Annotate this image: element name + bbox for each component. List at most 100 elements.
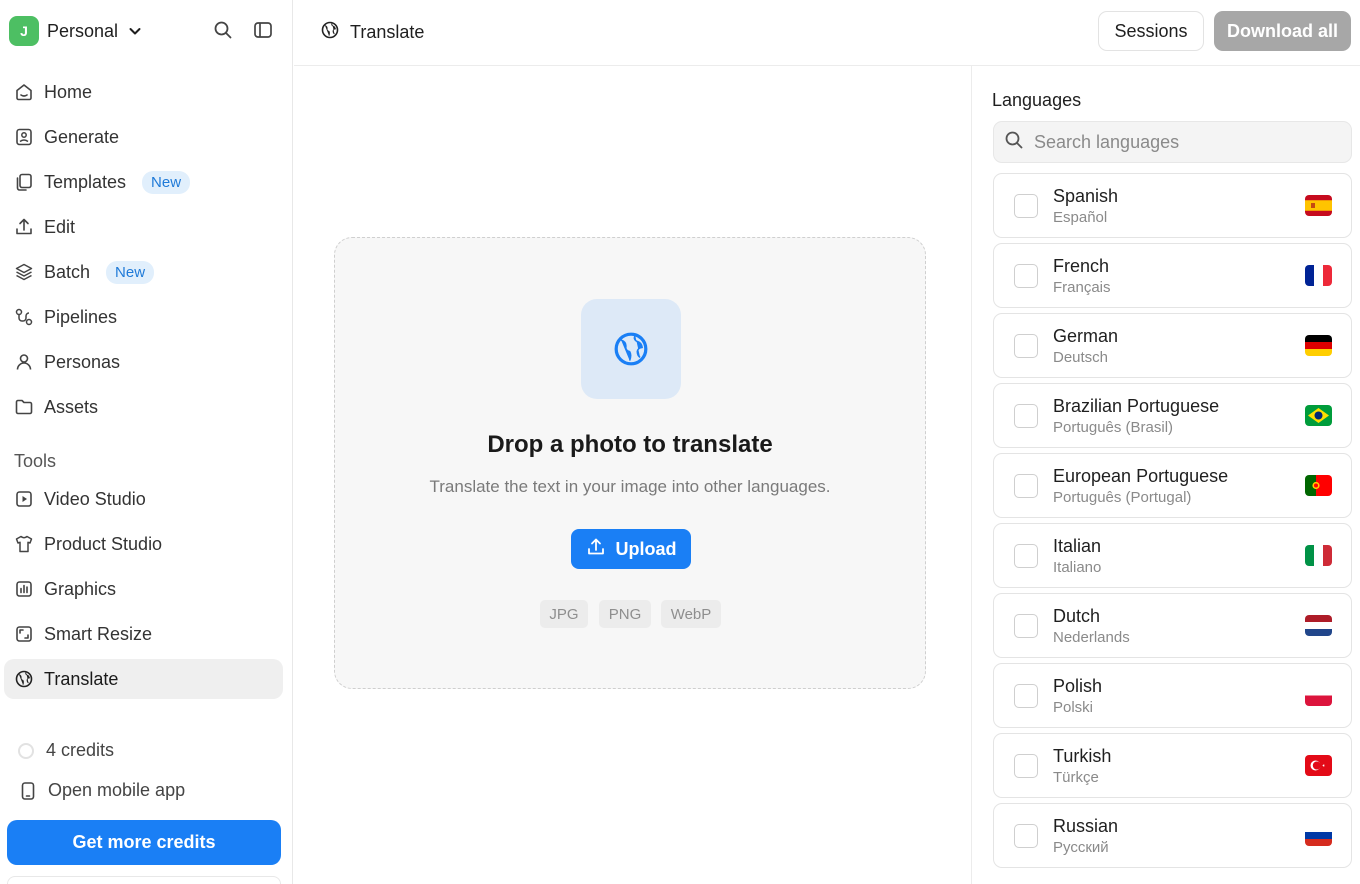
open-mobile-app-label: Open mobile app xyxy=(48,780,186,800)
sidebar-item-personas[interactable]: Personas xyxy=(4,342,283,382)
language-option-dutch[interactable]: Dutch Nederlands xyxy=(993,593,1352,658)
sessions-button[interactable]: Sessions xyxy=(1098,11,1204,51)
search-icon[interactable] xyxy=(212,19,234,41)
workspace-switcher[interactable]: J Personal xyxy=(9,16,142,46)
globe-icon xyxy=(14,669,34,689)
upload-icon xyxy=(586,537,606,562)
dropzone-title: Drop a photo to translate xyxy=(487,431,773,458)
sidebar-toggle-icon[interactable] xyxy=(252,19,274,41)
sidebar-item-templates[interactable]: Templates New xyxy=(4,162,283,202)
sidebar-item-assets[interactable]: Assets xyxy=(4,387,283,427)
sidebar-item-label: Pipelines xyxy=(44,306,118,327)
language-search-input[interactable] xyxy=(1034,131,1334,153)
france-flag-icon xyxy=(1305,265,1332,286)
new-badge: New xyxy=(142,170,191,194)
globe-icon xyxy=(320,20,340,45)
shirt-icon xyxy=(14,534,34,554)
language-native-name: Nederlands xyxy=(1053,629,1130,646)
sidebar-item-label: Templates xyxy=(44,171,127,192)
sidebar-item-translate[interactable]: Translate xyxy=(4,659,283,699)
spain-flag-icon xyxy=(1305,195,1332,216)
language-checkbox[interactable] xyxy=(1014,754,1038,778)
language-name: Italian xyxy=(1053,536,1102,556)
language-native-name: Português (Portugal) xyxy=(1053,489,1192,506)
language-native-name: Polski xyxy=(1053,699,1094,716)
language-name: Spanish xyxy=(1053,186,1119,206)
turkey-flag-icon xyxy=(1305,755,1332,776)
sidebar-item-label: Personas xyxy=(44,351,121,372)
language-option-german[interactable]: German Deutsch xyxy=(993,313,1352,378)
sidebar-item-product-studio[interactable]: Product Studio xyxy=(4,524,283,564)
search-icon xyxy=(1004,130,1024,155)
sidebar-item-batch[interactable]: Batch New xyxy=(4,252,283,292)
italy-flag-icon xyxy=(1305,545,1332,566)
chevron-down-icon xyxy=(128,24,142,38)
open-mobile-app-link[interactable]: Open mobile app xyxy=(18,780,185,801)
language-checkbox[interactable] xyxy=(1014,824,1038,848)
language-checkbox[interactable] xyxy=(1014,474,1038,498)
language-name: Turkish xyxy=(1053,746,1112,766)
language-checkbox[interactable] xyxy=(1014,194,1038,218)
sidebar-bottom-card xyxy=(7,876,281,884)
language-checkbox[interactable] xyxy=(1014,334,1038,358)
sidebar-item-label: Smart Resize xyxy=(44,623,153,644)
sidebar-item-graphics[interactable]: Graphics xyxy=(4,569,283,609)
workspace-avatar: J xyxy=(9,16,39,46)
sidebar-item-video-studio[interactable]: Video Studio xyxy=(4,479,283,519)
language-option-french[interactable]: French Français xyxy=(993,243,1352,308)
play-icon xyxy=(14,489,34,509)
upload-button[interactable]: Upload xyxy=(571,529,691,569)
language-name: Brazilian Portuguese xyxy=(1053,396,1220,416)
language-option-polish[interactable]: Polish Polski xyxy=(993,663,1352,728)
language-checkbox[interactable] xyxy=(1014,684,1038,708)
language-native-name: Español xyxy=(1053,209,1108,226)
language-option-european-portuguese[interactable]: European Portuguese Português (Portugal) xyxy=(993,453,1352,518)
workspace-name: Personal xyxy=(47,20,119,41)
sidebar-item-smart-resize[interactable]: Smart Resize xyxy=(4,614,283,654)
format-chip: WebP xyxy=(661,600,721,628)
language-name: Polish xyxy=(1053,676,1103,696)
language-checkbox[interactable] xyxy=(1014,264,1038,288)
chart-icon xyxy=(14,579,34,599)
sidebar-item-label: Batch xyxy=(44,261,91,282)
sidebar-item-generate[interactable]: Generate xyxy=(4,117,283,157)
download-all-button[interactable]: Download all xyxy=(1214,11,1351,51)
sidebar-item-label: Translate xyxy=(44,668,119,689)
sidebar-item-label: Product Studio xyxy=(44,533,163,554)
language-native-name: Türkçe xyxy=(1053,769,1099,786)
sidebar-item-label: Home xyxy=(44,81,93,102)
get-more-credits-button[interactable]: Get more credits xyxy=(7,820,281,865)
language-name: Dutch xyxy=(1053,606,1101,626)
sidebar-item-pipelines[interactable]: Pipelines xyxy=(4,297,283,337)
top-bar: Translate Sessions Download all xyxy=(294,0,1360,66)
resize-icon xyxy=(14,624,34,644)
language-option-turkish[interactable]: Turkish Türkçe xyxy=(993,733,1352,798)
language-checkbox[interactable] xyxy=(1014,614,1038,638)
sidebar: J Personal Home Generate Templates New E… xyxy=(0,0,293,884)
copy-icon xyxy=(14,172,34,192)
languages-panel: Languages Spanish Español French Françai… xyxy=(971,66,1360,884)
language-option-italian[interactable]: Italian Italiano xyxy=(993,523,1352,588)
language-option-spanish[interactable]: Spanish Español xyxy=(993,173,1352,238)
upload-label: Upload xyxy=(615,538,677,559)
folder-icon xyxy=(14,397,34,417)
language-name: German xyxy=(1053,326,1119,346)
language-search[interactable] xyxy=(993,121,1352,163)
language-checkbox[interactable] xyxy=(1014,404,1038,428)
brazil-flag-icon xyxy=(1305,405,1332,426)
upload-dropzone[interactable]: Drop a photo to translate Translate the … xyxy=(334,237,926,689)
upload-icon xyxy=(14,217,34,237)
language-checkbox[interactable] xyxy=(1014,544,1038,568)
language-option-russian[interactable]: Russian Русский xyxy=(993,803,1352,868)
netherlands-flag-icon xyxy=(1305,615,1332,636)
language-native-name: Português (Brasil) xyxy=(1053,419,1174,436)
sidebar-item-label: Video Studio xyxy=(44,488,146,509)
language-option-brazilian-portuguese[interactable]: Brazilian Portuguese Português (Brasil) xyxy=(993,383,1352,448)
home-icon xyxy=(14,82,34,102)
tools-section-label: Tools xyxy=(14,451,57,471)
sidebar-item-label: Edit xyxy=(44,216,76,237)
sidebar-item-label: Generate xyxy=(44,126,120,147)
sidebar-item-home[interactable]: Home xyxy=(4,72,283,112)
sidebar-item-edit[interactable]: Edit xyxy=(4,207,283,247)
portugal-flag-icon xyxy=(1305,475,1332,496)
